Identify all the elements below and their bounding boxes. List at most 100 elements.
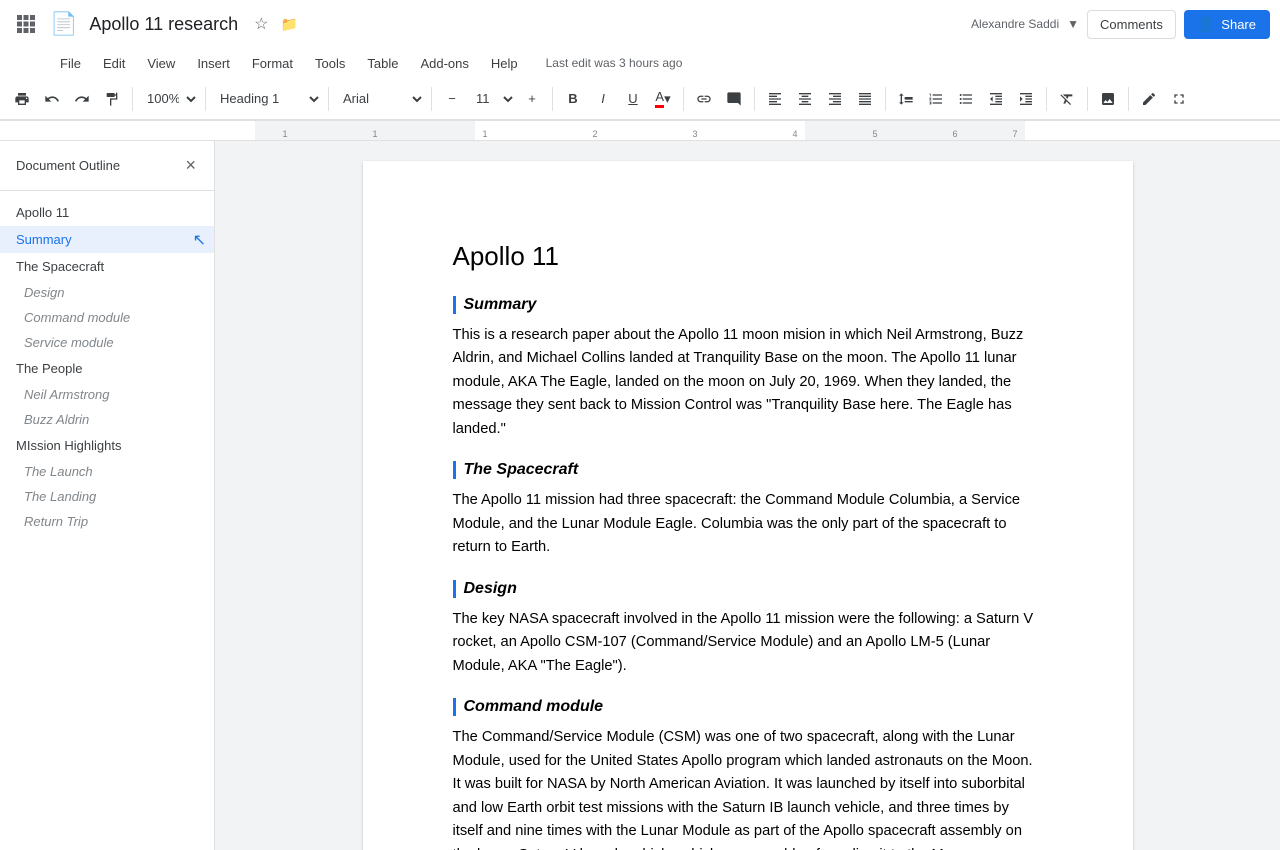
title-bar: 📄 Apollo 11 research ☆ 📁 Alexandre Saddi… <box>0 0 1280 48</box>
outline-items: Apollo 11 Summary↖ The Spacecraft Design… <box>0 191 214 542</box>
heading-style-select[interactable]: Heading 1 Heading 2 Normal text Title <box>212 84 322 114</box>
menu-format[interactable]: Format <box>242 52 303 75</box>
section-summary: Summary This is a research paper about t… <box>453 296 1043 441</box>
insert-image-button[interactable] <box>1094 84 1122 114</box>
section-command-module: Command module The Command/Service Modul… <box>453 698 1043 850</box>
paint-format-button[interactable] <box>98 84 126 114</box>
pen-button[interactable] <box>1135 84 1163 114</box>
line-spacing-button[interactable] <box>892 84 920 114</box>
align-right-button[interactable] <box>821 84 849 114</box>
ruler-tick: 1 <box>372 129 377 139</box>
share-button[interactable]: 👤 Share <box>1184 10 1270 39</box>
star-icon[interactable]: ☆ <box>250 10 272 38</box>
user-name: Alexandre Saddi <box>971 17 1059 31</box>
ruler-tick: 5 <box>872 129 877 139</box>
text-color-button[interactable]: A▾ <box>649 84 677 114</box>
font-select[interactable]: Arial Times New Roman Verdana <box>335 84 425 114</box>
ruler-tick: 7 <box>1012 129 1017 139</box>
toolbar-divider-6 <box>683 87 684 111</box>
toolbar-divider-1 <box>132 87 133 111</box>
increase-font-button[interactable]: + <box>518 84 546 114</box>
section-body-design[interactable]: The key NASA spacecraft involved in the … <box>453 608 1043 678</box>
ruler-tick: 6 <box>952 129 957 139</box>
section-body-command-module[interactable]: The Command/Service Module (CSM) was one… <box>453 726 1043 850</box>
underline-button[interactable]: U <box>619 84 647 114</box>
toolbar-divider-3 <box>328 87 329 111</box>
document-outline-sidebar: Document Outline × Apollo 11 Summary↖ Th… <box>0 141 215 850</box>
section-spacecraft: The Spacecraft The Apollo 11 mission had… <box>453 461 1043 559</box>
toolbar-divider-8 <box>885 87 886 111</box>
italic-button[interactable]: I <box>589 84 617 114</box>
redo-button[interactable] <box>68 84 96 114</box>
outline-item-apollo11[interactable]: Apollo 11 <box>0 199 214 226</box>
docs-app-icon: 📄 <box>50 11 77 37</box>
section-heading-spacecraft: The Spacecraft <box>453 461 1043 479</box>
user-dropdown-icon[interactable]: ▼ <box>1067 17 1079 31</box>
outline-item-buzz[interactable]: Buzz Aldrin <box>0 407 214 432</box>
ruler-tick: 1 <box>282 129 287 139</box>
section-body-spacecraft[interactable]: The Apollo 11 mission had three spacecra… <box>453 489 1043 559</box>
document-area[interactable]: Apollo 11 Summary This is a research pap… <box>215 141 1280 850</box>
menu-help[interactable]: Help <box>481 52 528 75</box>
section-design: Design The key NASA spacecraft involved … <box>453 580 1043 678</box>
outline-item-command-module[interactable]: Command module <box>0 305 214 330</box>
outline-item-service-module[interactable]: Service module <box>0 330 214 355</box>
menu-insert[interactable]: Insert <box>187 52 240 75</box>
align-left-button[interactable] <box>761 84 789 114</box>
align-center-button[interactable] <box>791 84 819 114</box>
ruler-tick: 2 <box>592 129 597 139</box>
decrease-indent-button[interactable] <box>982 84 1010 114</box>
comment-button[interactable] <box>720 84 748 114</box>
section-heading-command-module: Command module <box>453 698 1043 716</box>
top-bar: 📄 Apollo 11 research ☆ 📁 Alexandre Saddi… <box>0 0 1280 121</box>
zoom-select[interactable]: 100% 75% 125% <box>139 84 199 114</box>
ruler: 1 1 1 2 3 4 5 6 7 <box>0 121 1280 141</box>
ruler-tick: 1 <box>482 129 487 139</box>
decrease-font-button[interactable]: − <box>438 84 466 114</box>
outline-item-people[interactable]: The People <box>0 355 214 382</box>
menu-edit[interactable]: Edit <box>93 52 135 75</box>
outline-item-landing[interactable]: The Landing <box>0 484 214 509</box>
align-justify-button[interactable] <box>851 84 879 114</box>
main-area: Document Outline × Apollo 11 Summary↖ Th… <box>0 141 1280 850</box>
ruler-tick: 3 <box>692 129 697 139</box>
outline-item-neil[interactable]: Neil Armstrong <box>0 382 214 407</box>
ruler-content: 1 1 1 2 3 4 5 6 7 <box>255 121 1025 141</box>
menu-file[interactable]: File <box>50 52 91 75</box>
outline-item-mission-highlights[interactable]: MIssion Highlights <box>0 432 214 459</box>
last-edit-status: Last edit was 3 hours ago <box>546 56 683 70</box>
outline-item-design[interactable]: Design <box>0 280 214 305</box>
clear-formatting-button[interactable] <box>1053 84 1081 114</box>
toolbar-divider-5 <box>552 87 553 111</box>
link-button[interactable] <box>690 84 718 114</box>
menu-addons[interactable]: Add-ons <box>410 52 478 75</box>
folder-icon[interactable]: 📁 <box>277 12 302 37</box>
comments-button[interactable]: Comments <box>1087 10 1176 39</box>
outline-item-launch[interactable]: The Launch <box>0 459 214 484</box>
document-title[interactable]: Apollo 11 research <box>89 14 238 35</box>
print-button[interactable] <box>8 84 36 114</box>
sidebar-title: Document Outline <box>16 158 120 173</box>
toolbar-divider-7 <box>754 87 755 111</box>
expand-button[interactable] <box>1165 84 1193 114</box>
section-heading-summary: Summary <box>453 296 1043 314</box>
menu-table[interactable]: Table <box>357 52 408 75</box>
outline-item-spacecraft[interactable]: The Spacecraft <box>0 253 214 280</box>
font-size-select[interactable]: 11 10 12 14 <box>468 84 516 114</box>
menu-view[interactable]: View <box>137 52 185 75</box>
increase-indent-button[interactable] <box>1012 84 1040 114</box>
title-actions: ☆ 📁 <box>250 10 302 38</box>
numbered-list-button[interactable] <box>922 84 950 114</box>
menu-tools[interactable]: Tools <box>305 52 355 75</box>
ruler-tick: 4 <box>792 129 797 139</box>
outline-item-return[interactable]: Return Trip <box>0 509 214 534</box>
bold-button[interactable]: B <box>559 84 587 114</box>
section-body-summary[interactable]: This is a research paper about the Apoll… <box>453 324 1043 441</box>
close-sidebar-button[interactable]: × <box>183 153 198 178</box>
toolbar: 100% 75% 125% Heading 1 Heading 2 Normal… <box>0 78 1280 120</box>
outline-item-summary[interactable]: Summary↖ <box>0 226 214 253</box>
app-grid-button[interactable] <box>10 8 42 40</box>
undo-button[interactable] <box>38 84 66 114</box>
document-page: Apollo 11 Summary This is a research pap… <box>363 161 1133 850</box>
bullet-list-button[interactable] <box>952 84 980 114</box>
